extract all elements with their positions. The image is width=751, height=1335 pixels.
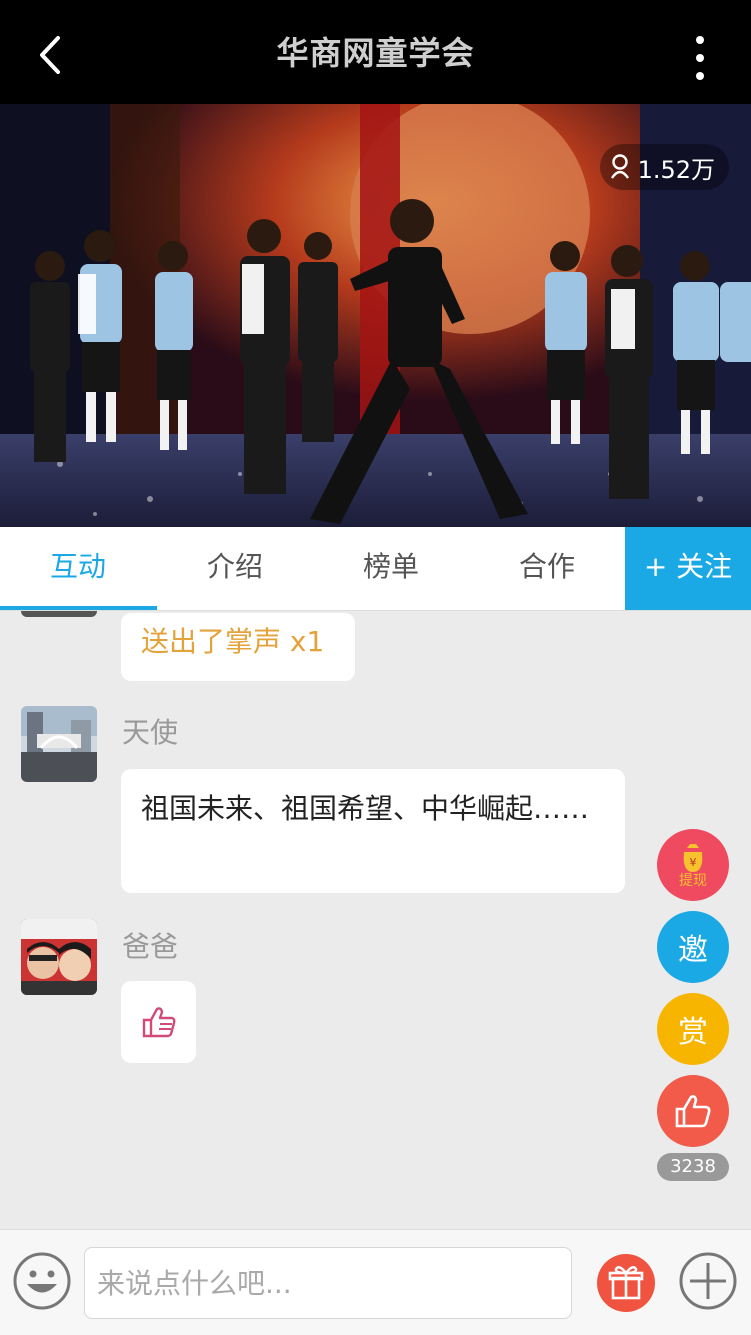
emoji-icon[interactable] <box>12 1251 72 1311</box>
gift-icon <box>608 1266 644 1300</box>
reward-button[interactable]: 赏 <box>657 993 729 1065</box>
live-video-player[interactable]: 1.52万 <box>0 104 751 527</box>
follow-button[interactable]: + 关注 <box>625 527 751 610</box>
like-button[interactable] <box>657 1075 729 1147</box>
gift-button[interactable] <box>597 1254 655 1312</box>
avatar[interactable] <box>21 919 97 995</box>
avatar <box>21 611 97 617</box>
chat-username: 爸爸 <box>122 930 179 963</box>
tab-intro[interactable]: 介绍 <box>157 527 313 610</box>
tab-bar: 互动 介绍 榜单 合作 + 关注 <box>0 527 751 611</box>
withdraw-button[interactable]: ¥ 提现 <box>657 829 729 901</box>
tab-interact[interactable]: 互动 <box>0 527 156 610</box>
more-options-icon[interactable] <box>685 34 715 82</box>
invite-button[interactable]: 邀 <box>657 911 729 983</box>
tab-ranking[interactable]: 榜单 <box>313 527 469 610</box>
thumbs-up-icon <box>142 1007 176 1038</box>
money-bag-icon: ¥ <box>683 844 703 872</box>
thumbs-up-icon <box>675 1095 711 1128</box>
add-icon[interactable] <box>678 1251 738 1311</box>
viewer-icon <box>610 154 629 179</box>
gift-message: 送出了掌声 x1 <box>121 613 355 681</box>
viewer-count: 1.52万 <box>637 155 715 184</box>
chat-message: 祖国未来、祖国希望、中华崛起…… <box>121 769 625 893</box>
viewer-count-badge: 1.52万 <box>599 144 729 190</box>
chat-feed[interactable]: 送出了掌声 x1 天使 祖国未来、祖国希望、中华崛起…… 爸爸 <box>0 611 751 1229</box>
chat-sticker-message <box>121 981 196 1063</box>
top-bar: 华商网童学会 <box>0 0 751 104</box>
svg-text:¥: ¥ <box>690 856 697 869</box>
like-count: 3238 <box>657 1153 729 1181</box>
withdraw-label: 提现 <box>679 873 707 889</box>
tab-cooperation[interactable]: 合作 <box>469 527 625 610</box>
active-tab-indicator <box>0 606 157 610</box>
comment-bar <box>0 1229 751 1335</box>
page-title: 华商网童学会 <box>276 34 475 72</box>
comment-input[interactable] <box>84 1247 572 1319</box>
chat-username: 天使 <box>122 716 179 749</box>
avatar[interactable] <box>21 706 97 782</box>
